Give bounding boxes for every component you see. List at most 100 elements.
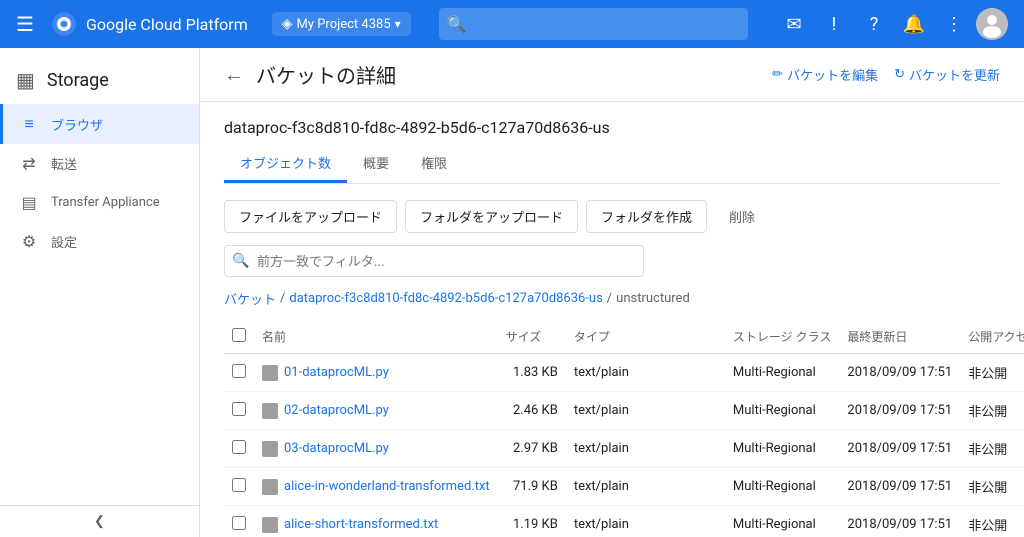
more-options-icon-btn[interactable]: ⋮: [936, 6, 972, 42]
row-size: 1.83 KB: [498, 354, 566, 392]
file-icon: [262, 365, 278, 381]
row-checkbox-cell: [224, 430, 254, 468]
file-name[interactable]: alice-short-transformed.txt: [284, 517, 438, 532]
menu-icon[interactable]: ☰: [16, 12, 34, 36]
row-checkbox[interactable]: [232, 440, 246, 454]
row-access: 非公開: [960, 354, 1024, 392]
row-updated: 2018/09/09 17:51: [839, 506, 960, 537]
row-updated: 2018/09/09 17:51: [839, 392, 960, 430]
table-row: 03-dataprocML.py 2.97 KB text/plain Mult…: [224, 430, 1024, 468]
sidebar-title: Storage: [47, 70, 109, 91]
col-header-updated: 最終更新日: [839, 320, 960, 354]
bucket-content: dataproc-f3c8d810-fd8c-4892-b5d6-c127a70…: [200, 102, 1024, 537]
table-row: 01-dataprocML.py 1.83 KB text/plain Mult…: [224, 354, 1024, 392]
sidebar-toggle[interactable]: ❮: [0, 505, 199, 537]
sidebar-item-transfer-appliance-label: Transfer Appliance: [51, 195, 160, 210]
sidebar-item-browser[interactable]: ≡ ブラウザ: [0, 104, 199, 144]
breadcrumb-sep-2: /: [607, 291, 612, 306]
sidebar: ▦ Storage ≡ ブラウザ ⇄ 転送 ▤ Transfer Applian…: [0, 48, 200, 537]
row-size: 71.9 KB: [498, 468, 566, 506]
delete-button[interactable]: 削除: [715, 201, 769, 232]
select-all-checkbox[interactable]: [232, 328, 246, 342]
row-name-cell: 03-dataprocML.py: [254, 430, 498, 468]
row-name-cell: alice-in-wonderland-transformed.txt: [254, 468, 498, 506]
row-type: text/plain: [566, 354, 725, 392]
row-updated: 2018/09/09 17:51: [839, 430, 960, 468]
row-checkbox[interactable]: [232, 364, 246, 378]
alert-icon-btn[interactable]: !: [816, 6, 852, 42]
email-icon-btn[interactable]: ✉: [776, 6, 812, 42]
search-bar: 🔍: [439, 8, 748, 40]
file-icon: [262, 441, 278, 457]
row-access: 非公開: [960, 430, 1024, 468]
create-folder-button[interactable]: フォルダを作成: [586, 200, 707, 233]
table-row: alice-short-transformed.txt 1.19 KB text…: [224, 506, 1024, 537]
project-selector[interactable]: ◈ My Project 4385 ▾: [272, 12, 411, 36]
file-name[interactable]: 03-dataprocML.py: [284, 441, 389, 456]
row-access: 非公開: [960, 468, 1024, 506]
page-title: バケットの詳細: [256, 60, 760, 89]
content-area: ← バケットの詳細 ✏ バケットを編集 ↻ バケットを更新 dataproc-f…: [200, 48, 1024, 537]
sidebar-item-settings[interactable]: ⚙ 設定: [0, 222, 199, 261]
row-name-cell: alice-short-transformed.txt: [254, 506, 498, 537]
topbar: ☰ Google Cloud Platform ◈ My Project 438…: [0, 0, 1024, 48]
row-name-cell: 01-dataprocML.py: [254, 354, 498, 392]
file-name[interactable]: 02-dataprocML.py: [284, 403, 389, 418]
tab-permissions[interactable]: 権限: [405, 145, 463, 183]
sidebar-item-transfer[interactable]: ⇄ 転送: [0, 144, 199, 183]
sidebar-header: ▦ Storage: [0, 56, 199, 104]
row-storage: Multi-Regional: [725, 468, 840, 506]
search-icon: 🔍: [447, 15, 467, 34]
search-input[interactable]: [439, 8, 748, 40]
notifications-icon-btn[interactable]: 🔔: [896, 6, 932, 42]
edit-bucket-button[interactable]: ✏ バケットを編集: [772, 65, 878, 84]
row-type: text/plain: [566, 468, 725, 506]
filter-input[interactable]: [224, 245, 644, 277]
sidebar-item-transfer-appliance[interactable]: ▤ Transfer Appliance: [0, 183, 199, 222]
bucket-name: dataproc-f3c8d810-fd8c-4892-b5d6-c127a70…: [224, 118, 1000, 137]
topbar-actions: ✉ ! ? 🔔 ⋮: [776, 6, 1008, 42]
avatar[interactable]: [976, 8, 1008, 40]
row-type: text/plain: [566, 506, 725, 537]
logo: Google Cloud Platform: [50, 10, 248, 38]
tab-objects[interactable]: オブジェクト数: [224, 145, 347, 183]
refresh-bucket-button[interactable]: ↻ バケットを更新: [894, 65, 1000, 84]
col-header-size: サイズ: [498, 320, 566, 354]
breadcrumb-bucket-name[interactable]: dataproc-f3c8d810-fd8c-4892-b5d6-c127a70…: [289, 291, 602, 306]
row-updated: 2018/09/09 17:51: [839, 468, 960, 506]
project-caret-icon: ▾: [395, 17, 401, 31]
row-storage: Multi-Regional: [725, 506, 840, 537]
row-checkbox[interactable]: [232, 478, 246, 492]
file-icon: [262, 517, 278, 533]
breadcrumb-current: unstructured: [616, 291, 690, 306]
breadcrumb-bucket[interactable]: バケット: [224, 289, 276, 308]
edit-icon: ✏: [772, 67, 783, 82]
secondary-nav: ← バケットの詳細 ✏ バケットを編集 ↻ バケットを更新: [200, 48, 1024, 102]
col-header-name: 名前: [254, 320, 498, 354]
tab-summary[interactable]: 概要: [347, 145, 405, 183]
breadcrumb-sep-1: /: [280, 291, 285, 306]
edit-bucket-label: バケットを編集: [787, 65, 878, 84]
google-cloud-icon: [50, 10, 78, 38]
row-storage: Multi-Regional: [725, 392, 840, 430]
transfer-appliance-icon: ▤: [19, 193, 39, 212]
row-storage: Multi-Regional: [725, 430, 840, 468]
app-title: Google Cloud Platform: [86, 15, 248, 34]
row-checkbox-cell: [224, 392, 254, 430]
browser-icon: ≡: [19, 114, 39, 134]
upload-folder-button[interactable]: フォルダをアップロード: [405, 200, 578, 233]
sidebar-item-transfer-label: 転送: [51, 154, 77, 173]
row-updated: 2018/09/09 17:51: [839, 354, 960, 392]
file-name[interactable]: 01-dataprocML.py: [284, 365, 389, 380]
row-checkbox[interactable]: [232, 402, 246, 416]
help-icon-btn[interactable]: ?: [856, 6, 892, 42]
row-checkbox[interactable]: [232, 516, 246, 530]
file-name[interactable]: alice-in-wonderland-transformed.txt: [284, 479, 490, 494]
row-type: text/plain: [566, 430, 725, 468]
col-header-type: タイプ: [566, 320, 725, 354]
row-size: 1.19 KB: [498, 506, 566, 537]
file-icon: [262, 403, 278, 419]
back-button[interactable]: ←: [224, 62, 244, 87]
upload-file-button[interactable]: ファイルをアップロード: [224, 200, 397, 233]
filter-bar: 🔍: [224, 245, 1000, 277]
